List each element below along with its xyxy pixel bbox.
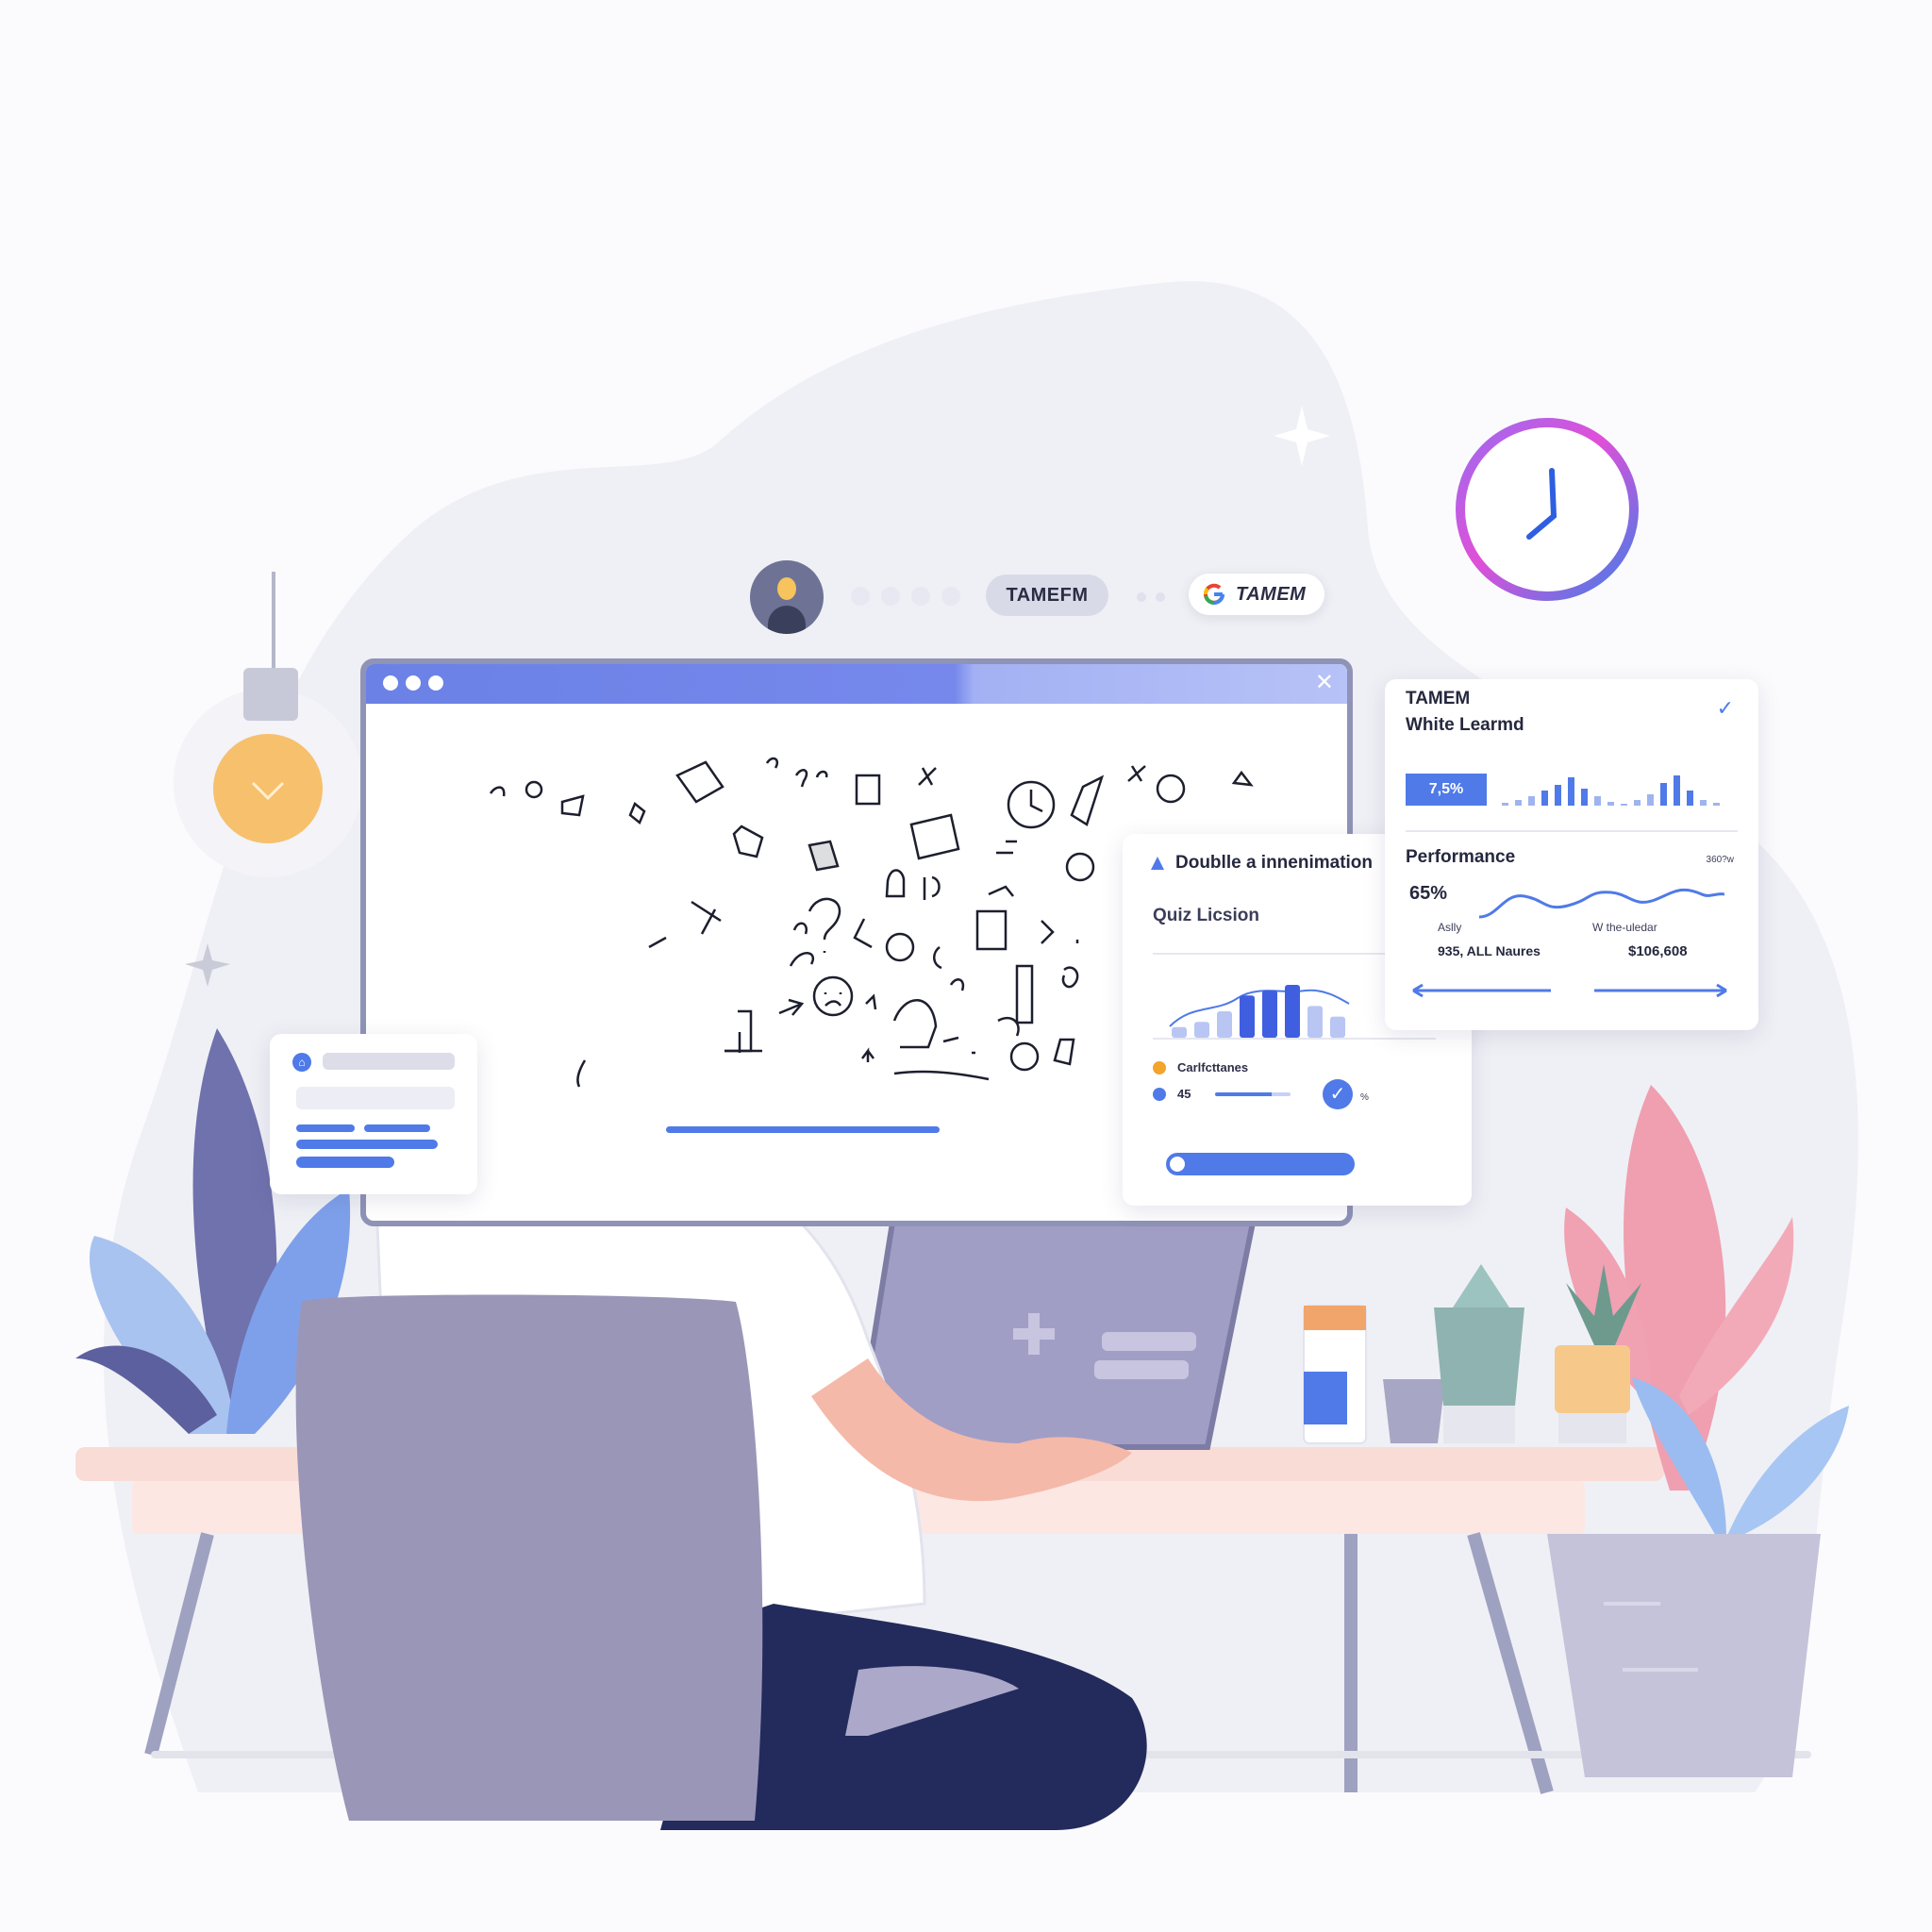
divider xyxy=(1406,830,1738,832)
orange-dot-icon xyxy=(1153,1060,1166,1074)
mini-bar xyxy=(1634,800,1641,806)
mini-bar xyxy=(1568,777,1574,806)
quiz-bar xyxy=(1262,990,1277,1038)
quiz-bar xyxy=(1172,1026,1187,1038)
lamp-socket xyxy=(243,668,298,721)
performance-heading: Performance xyxy=(1406,847,1516,867)
placeholder-bar-5 xyxy=(296,1140,438,1149)
quiz-card-subtitle: Quiz Licsion xyxy=(1153,906,1259,925)
check-suffix: % xyxy=(1360,1092,1369,1103)
lightbulb-avatar-icon[interactable] xyxy=(750,560,824,634)
bowl xyxy=(1383,1379,1445,1443)
quiz-bar xyxy=(1307,1006,1323,1038)
stat-right-label: W the-uledar xyxy=(1592,921,1657,934)
yellow-pot xyxy=(1555,1345,1630,1413)
divider-2 xyxy=(1153,1038,1436,1040)
mini-bar xyxy=(1607,802,1614,806)
toggle-knob[interactable] xyxy=(1170,1157,1185,1172)
percent-badge: 7,5% xyxy=(1406,774,1487,806)
mini-bar xyxy=(1647,794,1654,806)
quiz-bar xyxy=(1240,995,1255,1038)
google-g-icon xyxy=(1204,583,1224,606)
mini-bar-chart xyxy=(1502,775,1720,806)
top-pill-2[interactable]: TAMEM xyxy=(1189,574,1324,615)
quiz-bar xyxy=(1330,1016,1345,1038)
chair-back xyxy=(295,1294,763,1821)
quiz-card-title: Doublle a innenimation xyxy=(1175,853,1374,873)
pagination-dots xyxy=(851,587,960,606)
divider xyxy=(1153,953,1417,955)
progress-toggle[interactable] xyxy=(1166,1153,1355,1175)
legend-2-value: 45 xyxy=(1177,1087,1191,1101)
home-icon: ⌂ xyxy=(292,1053,311,1072)
checkmark-icon[interactable]: ✓ xyxy=(1717,696,1734,721)
blue-dot-icon xyxy=(1153,1087,1166,1101)
mini-bar xyxy=(1713,803,1720,806)
clock-icon xyxy=(1456,418,1639,601)
legend-1-label: Carlfcttanes xyxy=(1177,1060,1249,1074)
legend-row-1: Carlfcttanes xyxy=(1153,1060,1248,1074)
quiz-bar xyxy=(1217,1011,1232,1038)
legend-row-2: 45 xyxy=(1153,1087,1291,1101)
separator-dots xyxy=(1137,592,1165,602)
top-pill-1-label: TAMEFM xyxy=(1006,584,1089,606)
performance-meta: 360?w xyxy=(1706,855,1734,865)
placeholder-bar-1 xyxy=(323,1053,455,1070)
checkmark-icon[interactable]: ✓ xyxy=(1323,1079,1353,1109)
mini-bar xyxy=(1541,791,1548,806)
placeholder-bar-2 xyxy=(296,1087,455,1109)
mini-bar xyxy=(1594,796,1601,806)
mini-bar xyxy=(1621,804,1627,806)
video-progress-bar[interactable] xyxy=(666,1126,940,1133)
performance-card-subtitle: White Learmd xyxy=(1406,715,1524,735)
performance-card[interactable]: TAMEM White Learmd ✓ 7,5% Performance 36… xyxy=(1385,679,1758,1030)
mini-progress xyxy=(1215,1091,1291,1096)
range-arrows[interactable] xyxy=(1409,981,1730,1000)
placeholder-bar-6 xyxy=(296,1157,394,1168)
performance-card-title: TAMEM xyxy=(1406,689,1471,708)
mini-bar xyxy=(1660,783,1667,806)
mini-bar xyxy=(1502,803,1508,806)
light-bulb-icon xyxy=(213,734,323,843)
mini-bar xyxy=(1555,785,1561,806)
triangle-logo-icon xyxy=(1151,857,1164,870)
stat-left-label: Aslly xyxy=(1438,921,1462,934)
geometric-planter xyxy=(1434,1307,1524,1406)
planter-pot xyxy=(1547,1534,1821,1777)
notification-card[interactable]: ⌂ xyxy=(270,1034,477,1194)
top-pill-1[interactable]: TAMEFM xyxy=(986,575,1108,616)
mini-bar xyxy=(1700,800,1707,806)
stat-left-value: 935, ALL Naures xyxy=(1438,943,1541,958)
stat-right-value: $106,608 xyxy=(1628,943,1688,959)
quiz-bar-chart xyxy=(1169,985,1350,1038)
mini-bar xyxy=(1528,796,1535,806)
mini-bar xyxy=(1674,775,1680,806)
mini-bar xyxy=(1581,789,1588,806)
placeholder-bar-3 xyxy=(296,1124,355,1132)
quiz-bar xyxy=(1194,1022,1209,1038)
quiz-bar xyxy=(1285,985,1300,1038)
mini-bar xyxy=(1515,800,1522,806)
performance-value: 65% xyxy=(1409,883,1448,904)
top-pill-2-label: TAMEM xyxy=(1236,583,1307,605)
placeholder-bar-4 xyxy=(364,1124,430,1132)
mini-bar xyxy=(1687,791,1693,806)
